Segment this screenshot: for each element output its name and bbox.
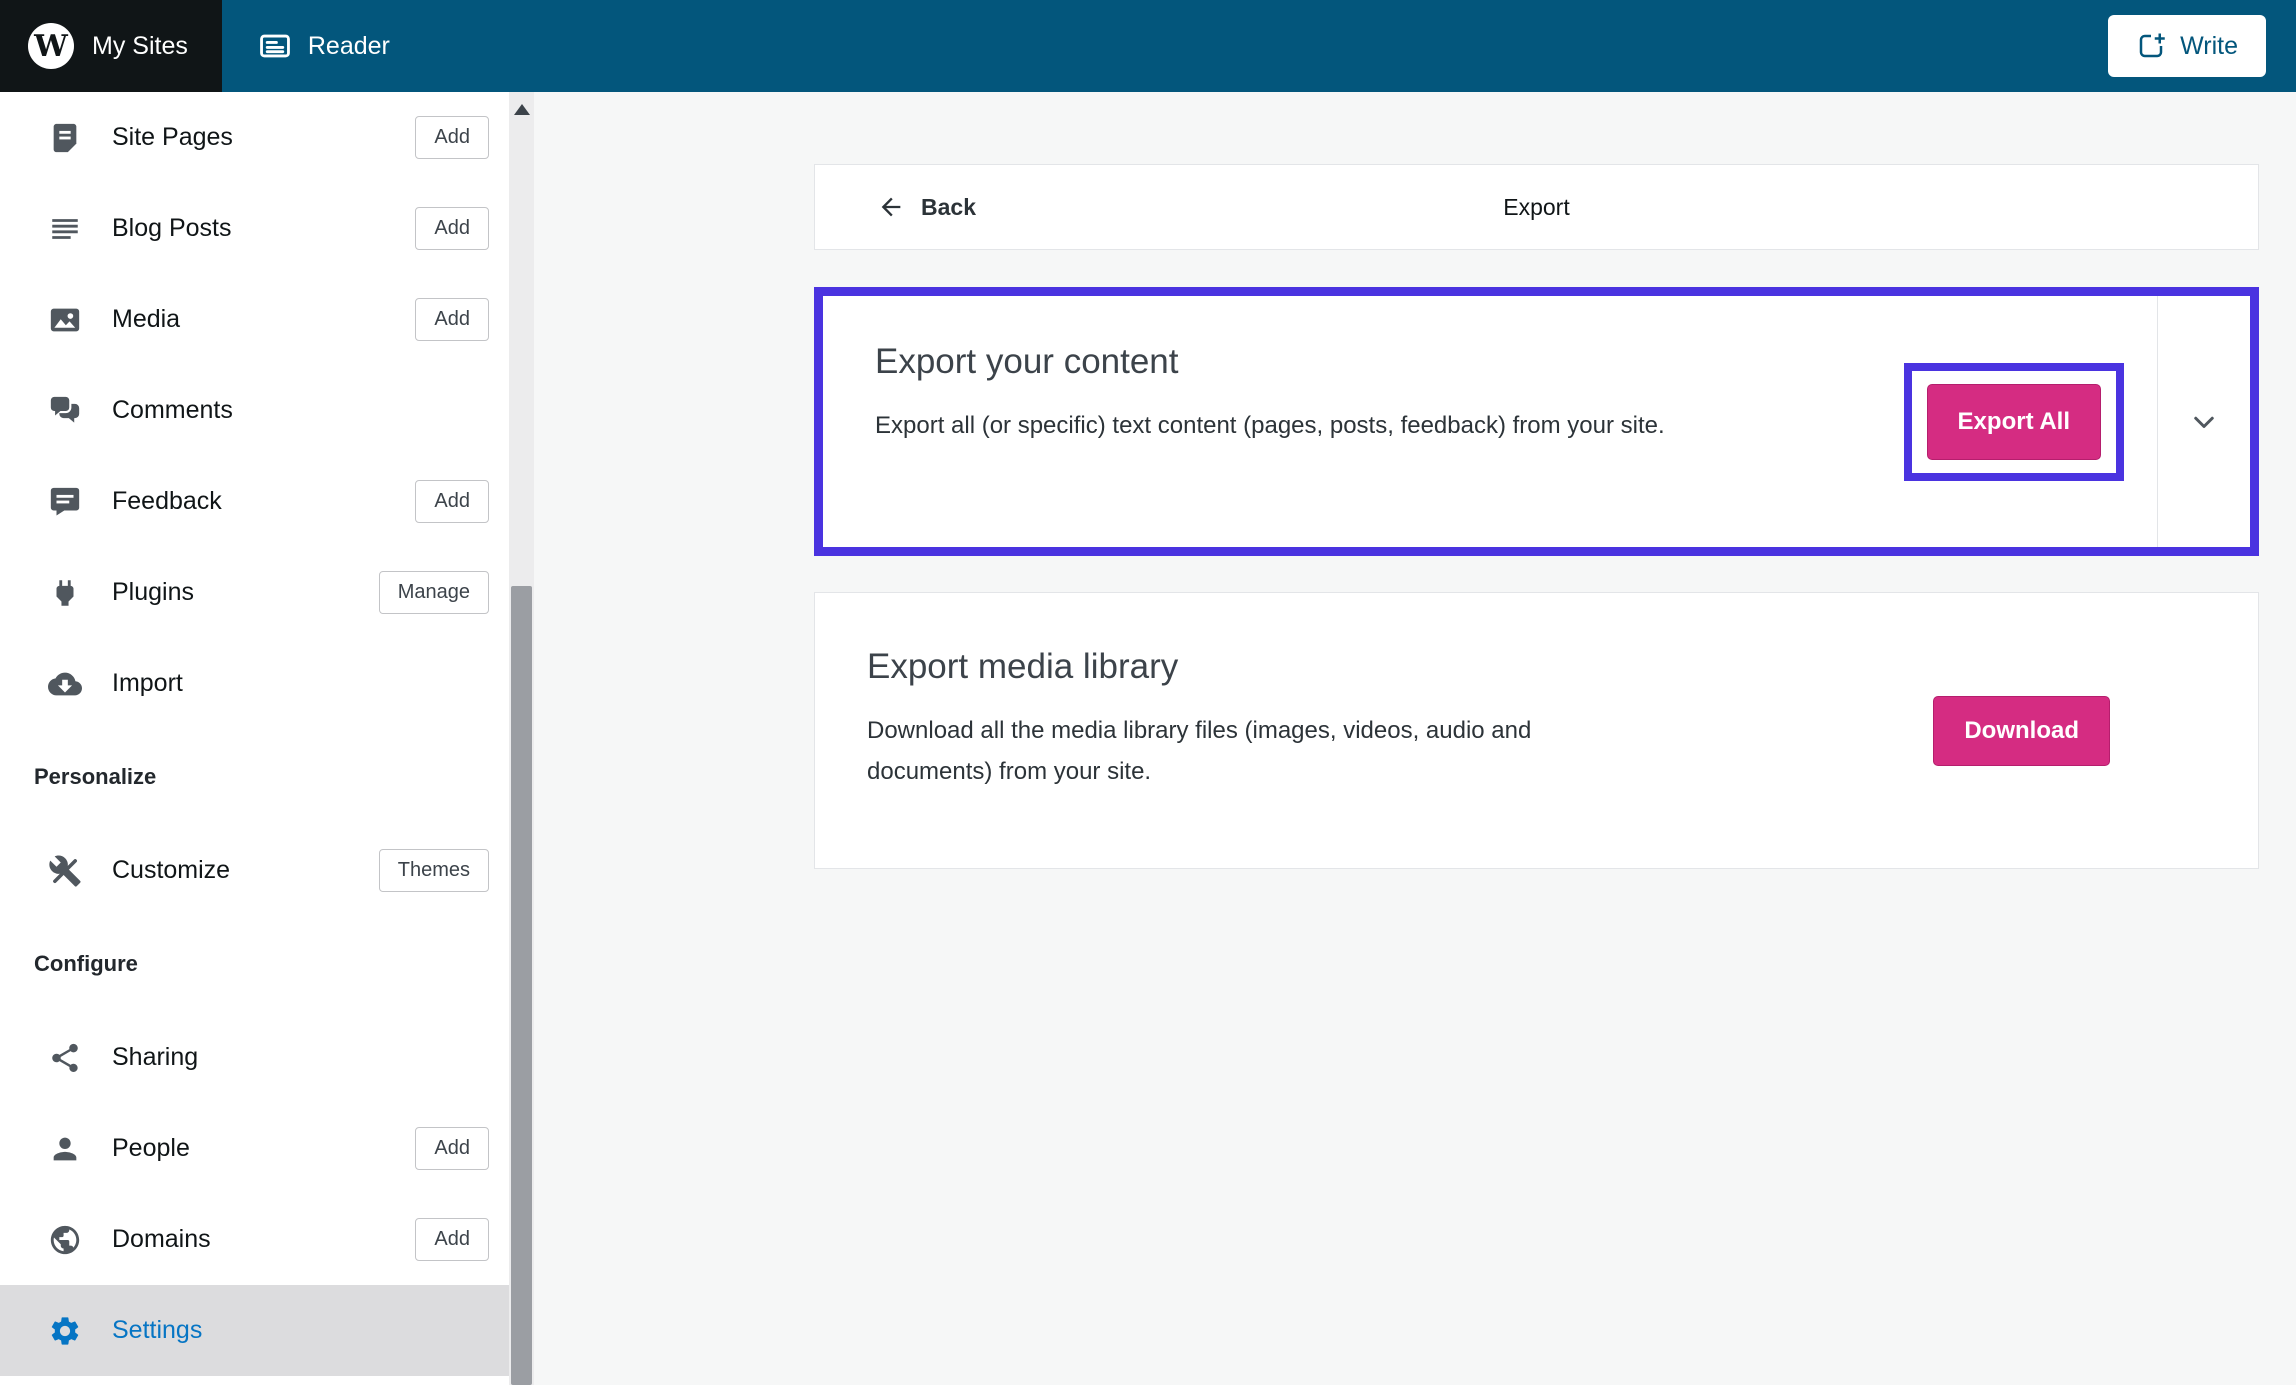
sidebar-item-label: Settings	[112, 1316, 203, 1344]
download-button[interactable]: Download	[1933, 695, 2110, 766]
export-media-title: Export media library	[867, 647, 1179, 686]
manage-button[interactable]: Manage	[378, 571, 489, 614]
person-icon	[48, 1132, 82, 1166]
plugin-icon	[48, 576, 82, 610]
sidebar-item-media[interactable]: Media Add	[0, 274, 509, 365]
sidebar-heading-configure: Configure	[34, 951, 138, 976]
customize-tools-icon	[48, 854, 82, 888]
my-sites-label: My Sites	[92, 31, 188, 60]
reader-button[interactable]: Reader	[222, 0, 426, 92]
add-button[interactable]: Add	[415, 298, 489, 341]
sidebar-heading-personalize: Personalize	[34, 764, 157, 789]
back-label: Back	[921, 193, 976, 220]
masthead-spacer	[426, 0, 2108, 92]
export-content-description: Export all (or specific) text content (p…	[875, 412, 1665, 439]
cloud-import-icon	[48, 667, 82, 701]
sidebar-item-label: Feedback	[112, 487, 222, 515]
page-title: Export	[1503, 193, 1570, 220]
export-media-card: Export media library Download all the me…	[814, 592, 2259, 869]
export-media-description: Download all the media library files (im…	[867, 717, 1532, 785]
sidebar-item-customize[interactable]: Customize Themes	[0, 825, 509, 916]
scrollbar-thumb[interactable]	[511, 586, 532, 1385]
sidebar-item-import[interactable]: Import	[0, 638, 509, 729]
main-content: Back Export Export your content Export a…	[534, 92, 2296, 1385]
write-label: Write	[2180, 31, 2238, 60]
back-arrow-icon	[881, 197, 901, 217]
sidebar-item-label: Customize	[112, 856, 231, 884]
chevron-down-icon	[2194, 416, 2214, 428]
pages-icon	[48, 121, 82, 155]
back-button[interactable]: Back	[877, 193, 976, 221]
page-header-card: Back Export	[814, 164, 2259, 250]
sidebar-item-domains[interactable]: Domains Add	[0, 1194, 509, 1285]
share-icon	[48, 1041, 82, 1075]
posts-icon	[48, 212, 82, 246]
export-all-button[interactable]: Export All	[1926, 383, 2101, 460]
wordpress-logo-icon: W	[28, 23, 74, 69]
expand-section-toggle[interactable]	[2158, 296, 2250, 547]
sidebar-item-label: Media	[112, 305, 181, 333]
export-content-card: Export your content Export all (or speci…	[823, 296, 2250, 547]
sidebar-item-site-pages[interactable]: Site Pages Add	[0, 92, 509, 183]
gear-icon	[48, 1314, 82, 1348]
sidebar-item-label: Blog Posts	[112, 214, 232, 242]
media-icon	[48, 303, 82, 337]
annotation-rectangle-button: Export All	[1903, 362, 2124, 481]
export-media-text: Export media library Download all the me…	[815, 593, 1933, 868]
write-button[interactable]: Write	[2108, 15, 2266, 77]
sidebar-item-label: Comments	[112, 396, 233, 424]
export-content-text: Export your content Export all (or speci…	[823, 296, 1904, 547]
sidebar-item-comments[interactable]: Comments	[0, 365, 509, 456]
sidebar-menu: Site Pages Add Blog Posts Add Media Add …	[0, 92, 509, 1385]
sidebar-item-label: Import	[112, 669, 183, 697]
add-button[interactable]: Add	[415, 480, 489, 523]
sidebar-scrollbar[interactable]	[509, 92, 534, 1385]
sidebar-item-feedback[interactable]: Feedback Add	[0, 456, 509, 547]
sidebar-item-label: Site Pages	[112, 123, 233, 151]
sidebar-item-settings[interactable]: Settings	[0, 1285, 509, 1376]
sidebar-item-label: People	[112, 1134, 190, 1162]
feedback-icon	[48, 485, 82, 519]
annotation-rectangle-card: Export your content Export all (or speci…	[814, 287, 2259, 556]
sidebar-item-label: Plugins	[112, 578, 194, 606]
scrollbar-up-arrow-icon[interactable]	[513, 104, 530, 115]
sidebar-item-label: Domains	[112, 1225, 211, 1253]
add-button[interactable]: Add	[415, 116, 489, 159]
sidebar-item-people[interactable]: People Add	[0, 1103, 509, 1194]
sidebar-item-label: Sharing	[112, 1043, 199, 1071]
export-content-title: Export your content	[875, 342, 1179, 381]
reader-label: Reader	[307, 31, 390, 60]
write-icon	[2139, 33, 2165, 58]
sidebar-item-sharing[interactable]: Sharing	[0, 1012, 509, 1103]
my-sites-button[interactable]: W My Sites	[0, 0, 222, 92]
add-button[interactable]: Add	[415, 1127, 489, 1170]
masthead: W My Sites Reader Write	[0, 0, 2296, 92]
sidebar: Site Pages Add Blog Posts Add Media Add …	[0, 92, 534, 1385]
add-button[interactable]: Add	[415, 207, 489, 250]
add-button[interactable]: Add	[415, 1218, 489, 1261]
sidebar-item-plugins[interactable]: Plugins Manage	[0, 547, 509, 638]
comments-icon	[48, 394, 82, 428]
globe-icon	[48, 1223, 82, 1257]
reader-icon	[259, 34, 290, 58]
themes-button[interactable]: Themes	[378, 849, 489, 892]
sidebar-item-blog-posts[interactable]: Blog Posts Add	[0, 183, 509, 274]
